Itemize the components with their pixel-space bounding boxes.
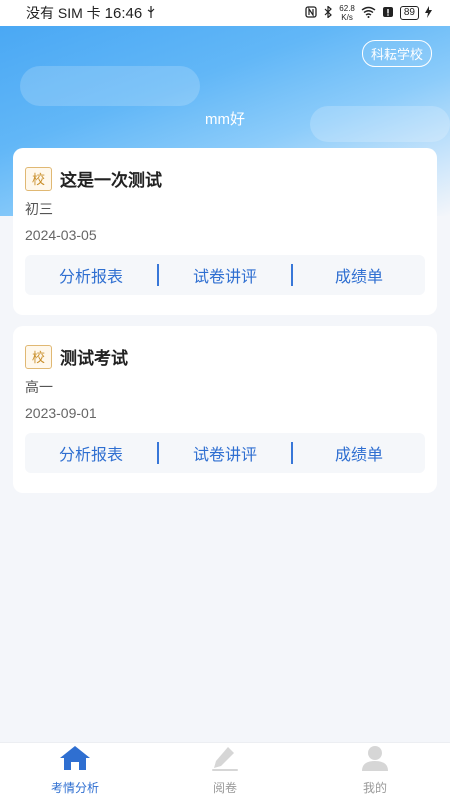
alert-icon [382, 6, 394, 21]
analysis-report-button[interactable]: 分析报表 [25, 441, 157, 465]
paper-review-button[interactable]: 试卷讲评 [159, 263, 291, 287]
greeting-text: mm好 [205, 111, 245, 128]
exam-title-row: 校 这是一次测试 [25, 166, 425, 191]
exam-actions-bar: 分析报表 试卷讲评 成绩单 [25, 255, 425, 295]
tab-profile[interactable]: 我的 [300, 743, 450, 800]
nfc-icon [305, 5, 317, 21]
exam-card[interactable]: 校 测试考试 高一 2023-09-01 分析报表 试卷讲评 成绩单 [13, 326, 437, 493]
exam-grade: 高一 [25, 379, 53, 395]
battery-level: 89 [399, 6, 419, 20]
tab-marking[interactable]: 阅卷 [150, 743, 300, 800]
paper-review-button[interactable]: 试卷讲评 [159, 441, 291, 465]
exam-title-row: 校 测试考试 [25, 344, 425, 369]
status-right: 62.8 K/s 89 [305, 4, 432, 22]
cloud-decoration [20, 66, 200, 106]
exam-date: 2024-03-05 [25, 227, 97, 243]
clock-time: 16:46 [104, 4, 143, 22]
exam-title: 测试考试 [60, 349, 128, 368]
wifi-icon [361, 6, 376, 21]
status-left: 没有 SIM 卡 16:46 [26, 3, 156, 23]
net-speed-value: 62.8 [339, 4, 355, 13]
net-speed-unit: K/s [341, 13, 353, 22]
score-sheet-button[interactable]: 成绩单 [293, 263, 425, 287]
score-sheet-button[interactable]: 成绩单 [293, 441, 425, 465]
status-bar: 没有 SIM 卡 16:46 62.8 K/s 89 [0, 0, 450, 26]
bottom-tab-bar: 考情分析 阅卷 我的 [0, 742, 450, 800]
analysis-report-button[interactable]: 分析报表 [25, 263, 157, 287]
pen-icon [210, 745, 240, 779]
tab-label: 阅卷 [212, 781, 237, 795]
tab-label: 考情分析 [50, 781, 99, 795]
usb-icon [146, 5, 156, 21]
exam-card[interactable]: 校 这是一次测试 初三 2024-03-05 分析报表 试卷讲评 成绩单 [13, 148, 437, 315]
school-tag-badge: 校 [25, 166, 52, 191]
carrier-text: 没有 SIM 卡 [26, 5, 101, 21]
school-switch-button[interactable]: 科耘学校 [361, 40, 432, 67]
tab-label: 我的 [362, 781, 387, 795]
charging-icon [425, 5, 432, 21]
exam-title: 这是一次测试 [60, 171, 162, 190]
user-icon [360, 745, 390, 779]
exam-actions-bar: 分析报表 试卷讲评 成绩单 [25, 433, 425, 473]
exam-grade: 初三 [25, 201, 53, 217]
home-icon [59, 745, 91, 779]
bluetooth-icon [323, 4, 333, 21]
school-tag-badge: 校 [25, 344, 52, 369]
net-speed: 62.8 K/s [339, 4, 355, 22]
exam-date: 2023-09-01 [25, 405, 97, 421]
tab-exam-analysis[interactable]: 考情分析 [0, 743, 150, 800]
